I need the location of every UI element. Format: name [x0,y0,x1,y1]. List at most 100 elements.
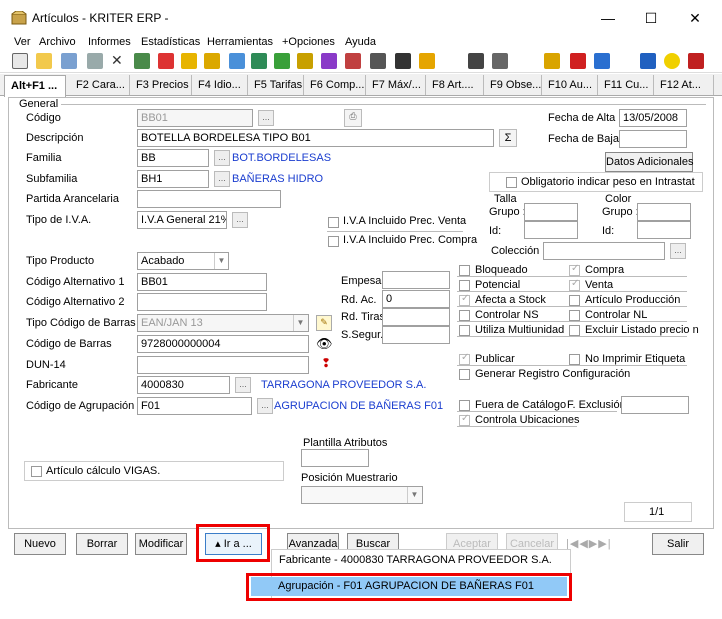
snowflake-icon[interactable] [229,53,245,69]
tab-f12[interactable]: F12 At... [654,75,714,95]
menu-estadisticas[interactable]: Estadísticas [141,36,200,48]
fabricante-field[interactable]: 4000830 [137,376,230,394]
open-folder-icon[interactable] [36,53,52,69]
tab-f10[interactable]: F10 Au... [542,75,598,95]
tab-alt-f1[interactable]: Alt+F1 ... [4,75,66,97]
sigma-button[interactable]: Σ [499,129,517,147]
color-grupo-field[interactable] [637,203,691,221]
tab-f9[interactable]: F9 Obse... [484,75,542,95]
tag-icon[interactable] [251,53,267,69]
familia-lookup-button[interactable]: ... [214,150,230,166]
menu-ver[interactable]: Ver [14,36,31,48]
cart-icon[interactable] [492,53,508,69]
potencial-checkbox[interactable] [459,280,470,291]
save-icon[interactable] [61,53,77,69]
eye-icon[interactable]: 👁 [316,336,333,352]
filter-icon[interactable] [158,53,174,69]
iva-compra-checkbox[interactable] [328,236,339,247]
dropdown-item-fabricante[interactable]: Fabricante - 4000830 TARRAGONA PROVEEDOR… [279,554,552,566]
nuevo-button[interactable]: Nuevo [14,533,66,555]
plantilla-field[interactable] [301,449,369,467]
tab-f2[interactable]: F2 Cara... [70,75,130,95]
close-icon[interactable]: ✕ [680,8,710,28]
bar-chart-icon[interactable] [419,53,435,69]
fecha-alta-field[interactable]: 13/05/2008 [619,109,687,127]
descripcion-field[interactable]: BOTELLA BORDELESA TIPO B01 [137,129,494,147]
agrupacion-link[interactable]: AGRUPACION DE BAÑERAS F01 [274,400,443,412]
eraser-icon[interactable]: ✎ [316,315,332,331]
generar-registro-checkbox[interactable] [459,369,470,380]
cod-alt2-field[interactable] [137,293,267,311]
iva-lookup-button[interactable]: ... [232,212,248,228]
subfamilia-field[interactable]: BH1 [137,170,209,188]
copy-icon[interactable]: ⎙ [344,109,362,127]
fabricante-lookup-button[interactable]: ... [235,377,251,393]
afecta-stock-checkbox[interactable] [459,293,470,306]
bloqueado-checkbox[interactable] [459,265,470,276]
tab-f11[interactable]: F11 Cu... [598,75,654,95]
menu-archivo[interactable]: Archivo [39,36,76,48]
partida-field[interactable] [137,190,281,208]
controla-ubicaciones-checkbox[interactable] [459,413,470,426]
cut-icon[interactable] [345,53,361,69]
alert-icon[interactable]: ❢ [318,357,334,373]
fecha-baja-field[interactable] [619,130,687,148]
rdac-field[interactable]: 0 [382,290,450,308]
chevron-down-icon[interactable]: ▼ [293,315,307,331]
tab-f3[interactable]: F3 Precios [130,75,192,95]
coleccion-field[interactable] [543,242,665,260]
f-exclusion-field[interactable] [621,396,689,414]
ira-button[interactable]: ▴ Ir a ... [205,533,262,555]
no-imprimir-checkbox[interactable] [569,354,580,365]
sseg-field[interactable] [382,326,450,344]
iva-field[interactable]: I.V.A General 21% - [137,211,227,229]
iva-venta-checkbox[interactable] [328,217,339,228]
menu-informes[interactable]: Informes [88,36,131,48]
salir-button[interactable]: Salir [652,533,704,555]
record-navigation-icon[interactable]: |◀◀▶▶| [566,537,612,550]
cod-alt1-field[interactable]: BB01 [137,273,267,291]
page-icon[interactable] [594,53,610,69]
keyboard-icon[interactable] [370,53,386,69]
tab-f5[interactable]: F5 Tarifas [248,75,304,95]
vigas-checkbox[interactable] [31,466,42,477]
codigo-field[interactable]: BB01 [137,109,253,127]
agrupacion-lookup-button[interactable]: ... [257,398,273,414]
intrastat-checkbox[interactable] [506,177,517,188]
menu-herramientas[interactable]: Herramientas [207,36,273,48]
report-icon[interactable] [87,53,103,69]
attachment-icon[interactable] [640,53,656,69]
codigo-lookup-button[interactable]: ... [258,110,274,126]
dun-field[interactable] [137,356,309,374]
familia-link[interactable]: BOT.BORDELESAS [232,152,331,164]
excluir-listado-checkbox[interactable] [569,325,580,336]
funnel-icon[interactable] [395,53,411,69]
coleccion-lookup-button[interactable]: ... [670,243,686,259]
new-icon[interactable] [12,53,28,69]
keys-icon[interactable] [544,53,560,69]
help-icon[interactable] [688,53,704,69]
fuera-catalogo-checkbox[interactable] [459,400,470,411]
posicion-select[interactable] [301,486,423,504]
tab-f6[interactable]: F6 Comp... [304,75,366,95]
minimize-icon[interactable]: — [593,8,623,28]
multiunidad-checkbox[interactable] [459,325,470,336]
chevron-down-icon[interactable]: ▼ [407,487,421,503]
pen-icon[interactable] [321,53,337,69]
talla-id-field[interactable] [524,221,578,239]
tab-f8[interactable]: F8 Art.... [426,75,484,95]
brush-icon[interactable] [204,53,220,69]
controlar-nl-checkbox[interactable] [569,310,580,321]
chevron-down-icon[interactable]: ▼ [214,253,228,269]
controlar-ns-checkbox[interactable] [459,310,470,321]
pencil-icon[interactable] [181,53,197,69]
color-id-field[interactable] [637,221,691,239]
stamp-icon[interactable] [570,53,586,69]
modificar-button[interactable]: Modificar [135,533,187,555]
tipo-barras-select[interactable]: EAN/JAN 13 [137,314,309,332]
maximize-icon[interactable]: ☐ [636,8,666,28]
familia-field[interactable]: BB [137,149,209,167]
borrar-button[interactable]: Borrar [76,533,128,555]
fabricante-link[interactable]: TARRAGONA PROVEEDOR S.A. [261,379,426,391]
rdtiras-field[interactable] [382,308,450,326]
